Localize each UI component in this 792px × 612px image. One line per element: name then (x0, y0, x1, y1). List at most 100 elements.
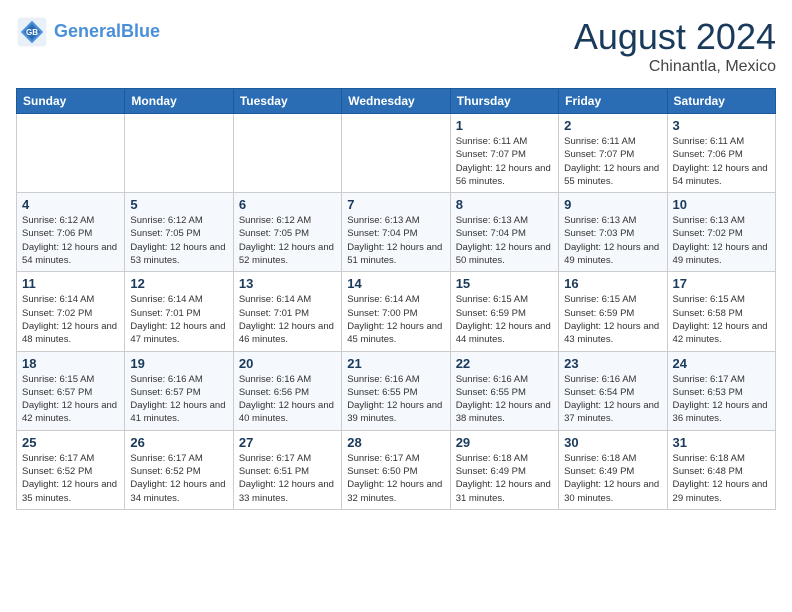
calendar-day-cell: 3Sunrise: 6:11 AM Sunset: 7:06 PM Daylig… (667, 114, 775, 193)
logo-icon: GB (16, 16, 48, 48)
calendar-day-cell: 21 Sunrise: 6:16 AM Sunset: 6:55 PM Dayli… (342, 351, 450, 430)
calendar-day-cell: 17 Sunrise: 6:15 AM Sunset: 6:58 PM Dayli… (667, 272, 775, 351)
day-number: 26 (130, 435, 227, 450)
day-info: Sunrise: 6:17 AM Sunset: 6:52 PM Dayligh… (130, 452, 227, 505)
day-number: 25 (22, 435, 119, 450)
day-info: Sunrise: 6:13 AM Sunset: 7:04 PM Dayligh… (456, 214, 553, 267)
calendar-day-cell: 14Sunrise: 6:14 AM Sunset: 7:00 PM Dayli… (342, 272, 450, 351)
day-number: 14 (347, 276, 444, 291)
day-number: 30 (564, 435, 661, 450)
calendar-day-cell: 1 Sunrise: 6:11 AM Sunset: 7:07 PM Daylig… (450, 114, 558, 193)
day-number: 8 (456, 197, 553, 212)
day-info: Sunrise: 6:14 AM Sunset: 7:02 PM Dayligh… (22, 293, 119, 346)
calendar-header-row: SundayMondayTuesdayWednesdayThursdayFrid… (17, 89, 776, 114)
day-info: Sunrise: 6:11 AM Sunset: 7:07 PM Dayligh… (456, 135, 553, 188)
calendar-day-cell (233, 114, 341, 193)
day-info: Sunrise: 6:17 AM Sunset: 6:52 PM Dayligh… (22, 452, 119, 505)
logo-text: GeneralBlue (54, 22, 160, 42)
day-number: 19 (130, 356, 227, 371)
day-header: Monday (125, 89, 233, 114)
logo: GB GeneralBlue (16, 16, 160, 48)
day-number: 1 (456, 118, 553, 133)
day-number: 9 (564, 197, 661, 212)
day-header: Saturday (667, 89, 775, 114)
day-number: 6 (239, 197, 336, 212)
day-header: Thursday (450, 89, 558, 114)
day-header: Sunday (17, 89, 125, 114)
day-number: 18 (22, 356, 119, 371)
day-info: Sunrise: 6:17 AM Sunset: 6:50 PM Dayligh… (347, 452, 444, 505)
calendar-day-cell: 16 Sunrise: 6:15 AM Sunset: 6:59 PM Dayli… (559, 272, 667, 351)
calendar-day-cell: 12 Sunrise: 6:14 AM Sunset: 7:01 PM Dayli… (125, 272, 233, 351)
calendar-day-cell: 9 Sunrise: 6:13 AM Sunset: 7:03 PM Daylig… (559, 193, 667, 272)
day-number: 15 (456, 276, 553, 291)
logo-line2: Blue (121, 21, 160, 41)
day-info: Sunrise: 6:16 AM Sunset: 6:55 PM Dayligh… (347, 373, 444, 426)
day-info: Sunrise: 6:15 AM Sunset: 6:59 PM Dayligh… (564, 293, 661, 346)
calendar-day-cell: 19 Sunrise: 6:16 AM Sunset: 6:57 PM Dayli… (125, 351, 233, 430)
calendar-day-cell: 13Sunrise: 6:14 AM Sunset: 7:01 PM Dayli… (233, 272, 341, 351)
month-year: August 2024 (574, 16, 776, 58)
day-number: 29 (456, 435, 553, 450)
day-number: 22 (456, 356, 553, 371)
calendar-week-row: 25 Sunrise: 6:17 AM Sunset: 6:52 PM Dayli… (17, 430, 776, 509)
day-number: 31 (673, 435, 770, 450)
day-info: Sunrise: 6:16 AM Sunset: 6:54 PM Dayligh… (564, 373, 661, 426)
calendar-day-cell: 18 Sunrise: 6:15 AM Sunset: 6:57 PM Dayli… (17, 351, 125, 430)
day-info: Sunrise: 6:16 AM Sunset: 6:57 PM Dayligh… (130, 373, 227, 426)
calendar-day-cell: 6 Sunrise: 6:12 AM Sunset: 7:05 PM Daylig… (233, 193, 341, 272)
day-header: Friday (559, 89, 667, 114)
day-info: Sunrise: 6:17 AM Sunset: 6:53 PM Dayligh… (673, 373, 770, 426)
day-info: Sunrise: 6:12 AM Sunset: 7:05 PM Dayligh… (239, 214, 336, 267)
day-number: 28 (347, 435, 444, 450)
calendar-day-cell: 2Sunrise: 6:11 AM Sunset: 7:07 PM Daylig… (559, 114, 667, 193)
day-info: Sunrise: 6:18 AM Sunset: 6:48 PM Dayligh… (673, 452, 770, 505)
day-number: 24 (673, 356, 770, 371)
calendar-day-cell: 25 Sunrise: 6:17 AM Sunset: 6:52 PM Dayli… (17, 430, 125, 509)
svg-text:GB: GB (26, 28, 38, 37)
calendar-week-row: 1 Sunrise: 6:11 AM Sunset: 7:07 PM Daylig… (17, 114, 776, 193)
day-number: 16 (564, 276, 661, 291)
day-info: Sunrise: 6:13 AM Sunset: 7:03 PM Dayligh… (564, 214, 661, 267)
calendar-day-cell: 23 Sunrise: 6:16 AM Sunset: 6:54 PM Dayli… (559, 351, 667, 430)
day-number: 5 (130, 197, 227, 212)
title-block: August 2024 Chinantla, Mexico (574, 16, 776, 76)
calendar-day-cell: 22 Sunrise: 6:16 AM Sunset: 6:55 PM Dayli… (450, 351, 558, 430)
day-number: 10 (673, 197, 770, 212)
calendar-day-cell: 15Sunrise: 6:15 AM Sunset: 6:59 PM Dayli… (450, 272, 558, 351)
day-number: 12 (130, 276, 227, 291)
day-number: 7 (347, 197, 444, 212)
calendar-day-cell: 29 Sunrise: 6:18 AM Sunset: 6:49 PM Dayli… (450, 430, 558, 509)
day-number: 21 (347, 356, 444, 371)
day-info: Sunrise: 6:13 AM Sunset: 7:04 PM Dayligh… (347, 214, 444, 267)
day-number: 17 (673, 276, 770, 291)
day-info: Sunrise: 6:16 AM Sunset: 6:56 PM Dayligh… (239, 373, 336, 426)
calendar-day-cell: 24 Sunrise: 6:17 AM Sunset: 6:53 PM Dayli… (667, 351, 775, 430)
day-number: 23 (564, 356, 661, 371)
day-number: 11 (22, 276, 119, 291)
calendar-day-cell (17, 114, 125, 193)
page-header: GB GeneralBlue August 2024 Chinantla, Me… (16, 16, 776, 76)
calendar-day-cell (125, 114, 233, 193)
calendar-table: SundayMondayTuesdayWednesdayThursdayFrid… (16, 88, 776, 510)
day-info: Sunrise: 6:12 AM Sunset: 7:05 PM Dayligh… (130, 214, 227, 267)
day-info: Sunrise: 6:18 AM Sunset: 6:49 PM Dayligh… (456, 452, 553, 505)
calendar-day-cell: 26 Sunrise: 6:17 AM Sunset: 6:52 PM Dayli… (125, 430, 233, 509)
calendar-week-row: 18 Sunrise: 6:15 AM Sunset: 6:57 PM Dayli… (17, 351, 776, 430)
day-header: Tuesday (233, 89, 341, 114)
calendar-day-cell: 30Sunrise: 6:18 AM Sunset: 6:49 PM Dayli… (559, 430, 667, 509)
day-number: 3 (673, 118, 770, 133)
logo-line1: General (54, 21, 121, 41)
day-info: Sunrise: 6:17 AM Sunset: 6:51 PM Dayligh… (239, 452, 336, 505)
calendar-day-cell: 20Sunrise: 6:16 AM Sunset: 6:56 PM Dayli… (233, 351, 341, 430)
day-info: Sunrise: 6:16 AM Sunset: 6:55 PM Dayligh… (456, 373, 553, 426)
calendar-day-cell: 10Sunrise: 6:13 AM Sunset: 7:02 PM Dayli… (667, 193, 775, 272)
day-info: Sunrise: 6:15 AM Sunset: 6:58 PM Dayligh… (673, 293, 770, 346)
calendar-day-cell: 5 Sunrise: 6:12 AM Sunset: 7:05 PM Daylig… (125, 193, 233, 272)
calendar-day-cell: 4Sunrise: 6:12 AM Sunset: 7:06 PM Daylig… (17, 193, 125, 272)
calendar-week-row: 4Sunrise: 6:12 AM Sunset: 7:06 PM Daylig… (17, 193, 776, 272)
day-info: Sunrise: 6:12 AM Sunset: 7:06 PM Dayligh… (22, 214, 119, 267)
calendar-day-cell: 11 Sunrise: 6:14 AM Sunset: 7:02 PM Dayli… (17, 272, 125, 351)
day-info: Sunrise: 6:14 AM Sunset: 7:01 PM Dayligh… (130, 293, 227, 346)
day-info: Sunrise: 6:15 AM Sunset: 6:57 PM Dayligh… (22, 373, 119, 426)
